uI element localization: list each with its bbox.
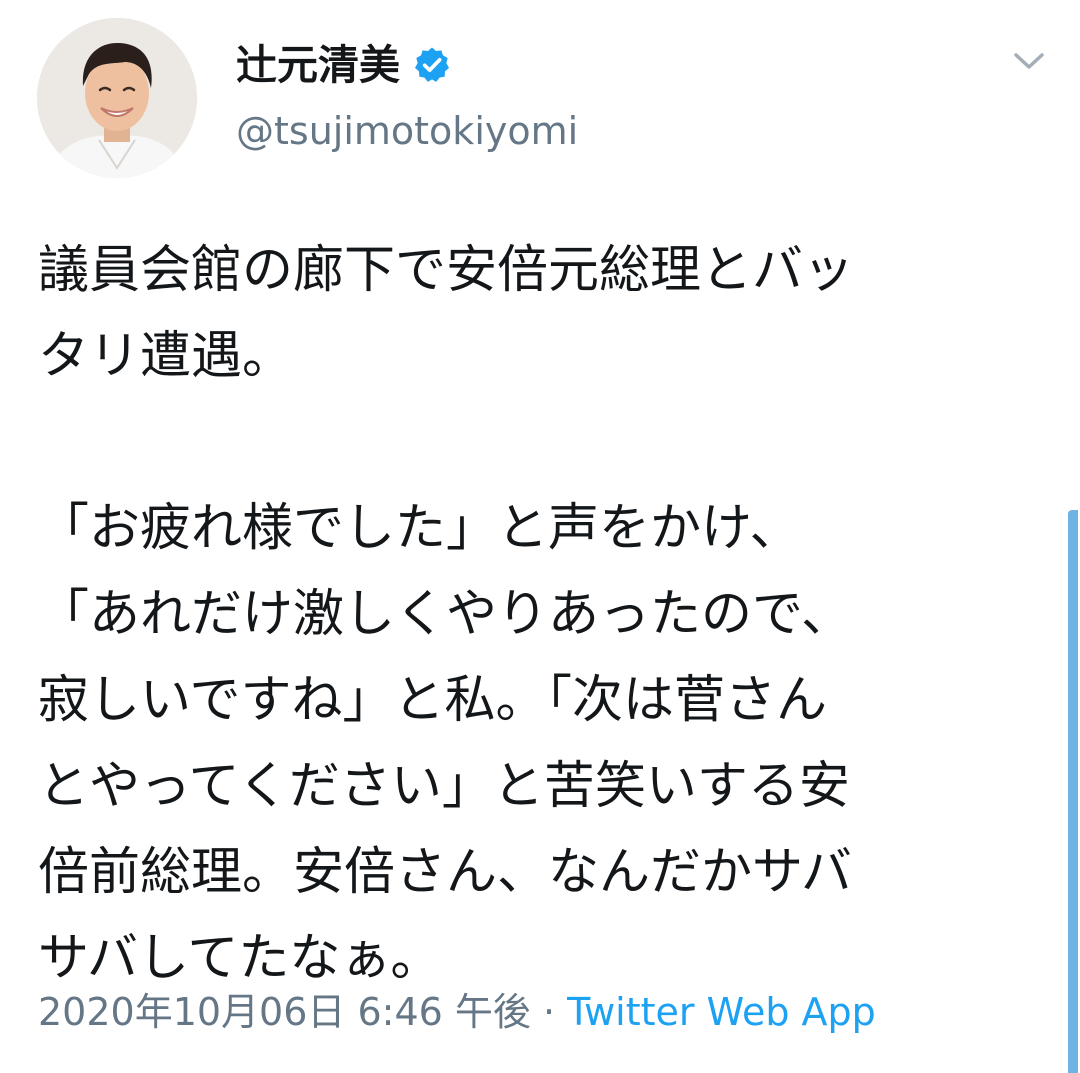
user-handle[interactable]: @tsujimotokiyomi [236, 112, 578, 150]
tweet-source-link[interactable]: Twitter Web App [567, 990, 876, 1034]
tweet-text-line: とやってください」と苦笑いする安 [38, 757, 850, 816]
display-name[interactable]: 辻元清美 [236, 44, 400, 86]
verified-badge-icon [415, 47, 449, 82]
meta-separator: · [530, 990, 568, 1034]
avatar-image [37, 18, 197, 178]
tweet-card: 辻元清美 @tsujimotokiyomi 議員会館の廊下で安倍元総理とバッ タ… [0, 0, 1080, 1073]
tweet-meta: 2020年10月06日 6:46 午後 · Twitter Web App [38, 986, 876, 1038]
tweet-text-line: 倍前総理。安倍さん、なんだかサバ [38, 843, 852, 902]
chevron-down-icon[interactable] [1008, 46, 1050, 76]
tweet-text-line [38, 400, 1068, 486]
tweet-text-line: 「お疲れ様でした」と声をかけ、 [38, 499, 801, 558]
display-name-row: 辻元清美 [236, 38, 452, 92]
scrollbar[interactable] [1068, 510, 1078, 1073]
tweet-text-line: 「あれだけ激しくやりあったので、 [38, 585, 852, 644]
tweet-text-line: 寂しいですね」と私。「次は菅さん [38, 671, 827, 730]
tweet-text-line: タリ遭遇。 [38, 327, 294, 386]
tweet-timestamp[interactable]: 2020年10月06日 6:46 午後 [38, 990, 531, 1034]
tweet-text: 議員会館の廊下で安倍元総理とバッ タリ遭遇。 「お疲れ様でした」と声をかけ、 「… [38, 228, 1068, 1002]
tweet-text-line: 議員会館の廊下で安倍元総理とバッ [38, 241, 855, 300]
avatar[interactable] [37, 18, 197, 178]
